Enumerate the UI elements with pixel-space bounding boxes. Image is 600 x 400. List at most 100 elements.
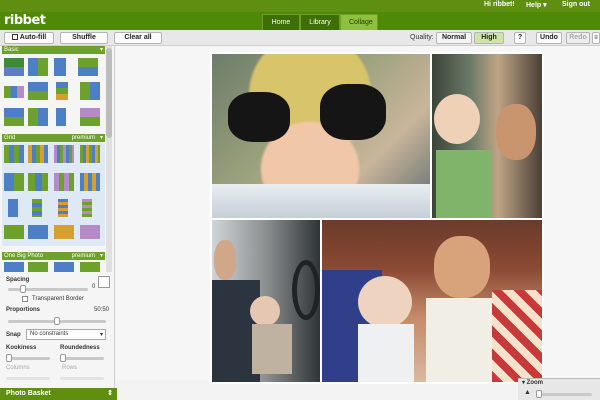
section-basic[interactable]: Basic ▾ <box>2 46 105 54</box>
man-face-shape <box>496 104 536 160</box>
autofill-button[interactable]: Auto-fill <box>4 32 54 44</box>
kookiness-slider[interactable] <box>6 354 50 362</box>
layout-thumb[interactable] <box>80 173 100 191</box>
columns-slider[interactable] <box>6 377 50 380</box>
section-one-big-photo[interactable]: One Big Photo premium ▾ <box>2 252 105 260</box>
layout-thumb[interactable] <box>28 225 48 239</box>
layout-thumb[interactable] <box>58 199 68 217</box>
photo-basket-bar[interactable]: Photo Basket ⇕ <box>0 388 117 400</box>
snap-dropdown-value: No constraints <box>30 331 69 337</box>
layout-thumb[interactable] <box>78 58 98 76</box>
rows-slider[interactable] <box>60 377 104 380</box>
app-logo[interactable]: ribbet <box>4 13 46 28</box>
layout-thumb[interactable] <box>28 173 48 191</box>
tab-collage[interactable]: Collage <box>340 14 378 30</box>
user-greeting-link[interactable]: Hi ribbet! <box>484 1 515 8</box>
zoom-panel: ▾ Zoom ▲ <box>518 378 600 400</box>
baby-face-shape <box>434 94 480 144</box>
snap-dropdown[interactable]: No constraints ▾ <box>26 329 106 340</box>
layout-thumb[interactable] <box>4 262 24 272</box>
expand-icon[interactable]: ⇕ <box>107 388 113 400</box>
layout-thumb[interactable] <box>80 108 100 126</box>
sidebar-scrollbar-thumb[interactable] <box>106 48 112 138</box>
proportions-value: 50:50 <box>94 307 110 313</box>
premium-badge: premium <box>71 135 95 141</box>
sidebar-scrollbar[interactable] <box>106 46 112 272</box>
tab-library[interactable]: Library <box>300 14 340 30</box>
layout-thumb[interactable] <box>54 173 74 191</box>
collage-photo-2[interactable] <box>432 54 542 218</box>
zoom-label[interactable]: ▾ Zoom <box>522 379 543 386</box>
steering-wheel-shape <box>292 260 320 320</box>
kookiness-slider-handle[interactable] <box>6 354 12 362</box>
layout-thumb[interactable] <box>4 145 24 163</box>
chevron-down-icon: ▾ <box>99 253 103 259</box>
transparent-border-label: Transparent Border <box>32 296 84 302</box>
girl-body-shape <box>426 298 494 382</box>
layout-thumb[interactable] <box>80 262 100 272</box>
sunglasses-shape <box>320 84 386 140</box>
collage-photo-4[interactable] <box>322 220 542 382</box>
layout-thumb[interactable] <box>4 173 24 191</box>
section-basic-label: Basic <box>4 47 19 53</box>
collage-photo-3[interactable] <box>212 220 320 382</box>
chevron-down-icon: ▾ <box>99 332 103 338</box>
layout-thumb[interactable] <box>4 86 24 98</box>
tab-home[interactable]: Home <box>262 14 300 30</box>
border-color-swatch[interactable] <box>98 276 110 288</box>
spacing-slider-handle[interactable] <box>20 285 26 293</box>
layout-thumb[interactable] <box>80 82 100 100</box>
roundedness-slider[interactable] <box>60 354 104 362</box>
proportions-slider[interactable] <box>8 317 106 325</box>
layout-thumb[interactable] <box>54 262 74 272</box>
zoom-slider-handle[interactable] <box>536 390 542 398</box>
section-grid[interactable]: Grid premium ▾ <box>2 134 105 142</box>
layout-thumb[interactable] <box>54 145 74 163</box>
layout-thumb[interactable] <box>28 58 48 76</box>
proportions-slider-handle[interactable] <box>54 317 60 325</box>
layout-thumb[interactable] <box>80 225 100 239</box>
redo-button[interactable]: Redo <box>566 32 590 44</box>
topbar: Hi ribbet! Help ▾ Sign out <box>0 0 600 12</box>
layout-thumb[interactable] <box>28 145 48 163</box>
shuffle-button[interactable]: Shuffle <box>60 32 108 44</box>
layout-thumb[interactable] <box>4 225 24 239</box>
layout-thumb[interactable] <box>54 58 66 76</box>
help-button[interactable]: ? <box>514 32 526 44</box>
snap-label: Snap <box>6 332 21 338</box>
layout-thumb[interactable] <box>82 199 92 217</box>
section-grid-label: Grid <box>4 135 16 141</box>
pattern-shape <box>492 290 542 382</box>
clear-all-button[interactable]: Clear all <box>114 32 162 44</box>
menu-icon[interactable]: ≡ <box>592 32 600 44</box>
help-menu[interactable]: Help ▾ <box>526 1 547 9</box>
layout-thumb[interactable] <box>56 82 68 100</box>
signout-link[interactable]: Sign out <box>562 1 590 8</box>
layout-thumb[interactable] <box>80 145 100 163</box>
clothing-shape <box>212 184 430 218</box>
baby-body-shape <box>358 324 414 382</box>
toolbar: Auto-fill Shuffle Clear all Quality: Nor… <box>0 30 600 46</box>
baby-face-shape <box>250 296 280 326</box>
layout-thumb[interactable] <box>28 262 48 272</box>
layout-thumb[interactable] <box>28 82 48 100</box>
layout-thumb[interactable] <box>4 58 24 76</box>
green-shirt-shape <box>436 150 492 218</box>
layout-thumb[interactable] <box>8 199 18 217</box>
undo-button[interactable]: Undo <box>536 32 562 44</box>
zoom-slider[interactable] <box>536 390 592 398</box>
spacing-label: Spacing <box>6 277 30 283</box>
layout-thumb[interactable] <box>4 108 24 126</box>
quality-normal-button[interactable]: Normal <box>436 32 472 44</box>
spacing-slider[interactable] <box>8 285 88 293</box>
layout-thumb[interactable] <box>54 225 74 239</box>
transparent-border-checkbox[interactable] <box>22 296 28 302</box>
layout-thumb[interactable] <box>32 199 42 217</box>
girl-head-shape <box>434 236 490 298</box>
quality-high-button[interactable]: High <box>474 32 504 44</box>
roundedness-slider-handle[interactable] <box>60 354 66 362</box>
layout-thumb[interactable] <box>56 108 66 126</box>
layout-thumb[interactable] <box>28 108 48 126</box>
collage-photo-1[interactable] <box>212 54 430 218</box>
spacing-value: 0 <box>92 284 96 290</box>
